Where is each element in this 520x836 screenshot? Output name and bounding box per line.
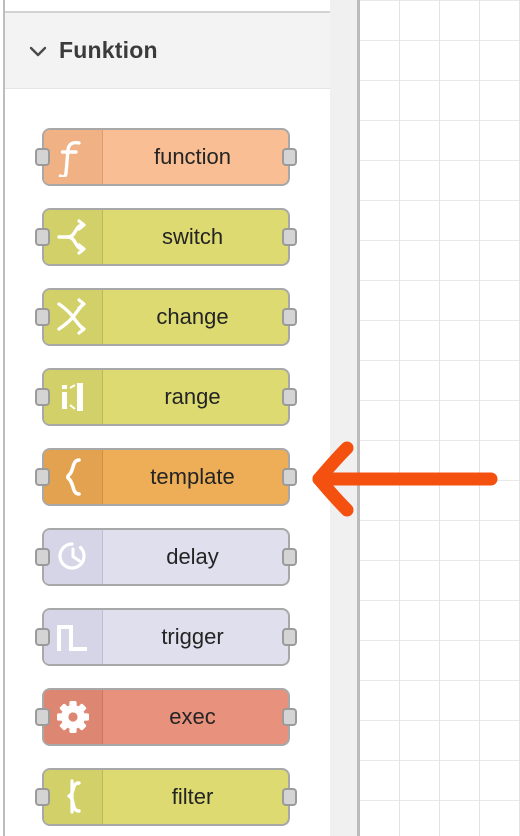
node-palette: Funktion function switch change range te… (0, 0, 330, 836)
node-label-cell: template (103, 450, 288, 504)
palette-node-function[interactable]: function (35, 128, 297, 186)
output-port[interactable] (282, 308, 297, 326)
palette-category-label: Funktion (59, 37, 158, 63)
template-brace-icon (44, 450, 103, 504)
node-label-cell: range (103, 370, 288, 424)
delay-clock-icon (44, 530, 103, 584)
node-label-cell: change (103, 290, 288, 344)
output-port[interactable] (282, 148, 297, 166)
palette-node-exec[interactable]: exec (35, 688, 297, 746)
filter-rbe-icon (44, 770, 103, 824)
palette-node-label: template (150, 464, 235, 489)
palette-left-border (3, 0, 5, 836)
output-port[interactable] (282, 708, 297, 726)
palette-node-change[interactable]: change (35, 288, 297, 346)
canvas-gutter (330, 0, 360, 836)
node-label-cell: exec (103, 690, 288, 744)
palette-node-label: delay (166, 544, 219, 569)
palette-node-label: change (156, 304, 229, 329)
palette-category-header-funktion[interactable]: Funktion (5, 13, 330, 89)
palette-node-trigger[interactable]: trigger (35, 608, 297, 666)
chevron-down-icon (29, 46, 47, 56)
palette-top-strip (5, 0, 330, 11)
palette-node-label: filter (171, 784, 214, 809)
input-port[interactable] (35, 708, 50, 726)
palette-node-label: switch (161, 224, 224, 249)
palette-node-delay[interactable]: delay (35, 528, 297, 586)
palette-node-list: function switch change range template de… (5, 89, 330, 836)
input-port[interactable] (35, 628, 50, 646)
palette-node-switch[interactable]: switch (35, 208, 297, 266)
output-port[interactable] (282, 228, 297, 246)
input-port[interactable] (35, 788, 50, 806)
input-port[interactable] (35, 468, 50, 486)
trigger-pulse-icon (44, 610, 103, 664)
palette-node-label: function (153, 144, 232, 169)
input-port[interactable] (35, 228, 50, 246)
exec-gear-icon (44, 690, 103, 744)
output-port[interactable] (282, 628, 297, 646)
input-port[interactable] (35, 388, 50, 406)
node-label-cell: filter (103, 770, 288, 824)
palette-node-label: range (164, 384, 221, 409)
screen-root: Funktion function switch change range te… (0, 0, 520, 836)
change-swap-icon (44, 290, 103, 344)
palette-canvas-divider[interactable] (357, 0, 360, 836)
output-port[interactable] (282, 388, 297, 406)
node-label-cell: trigger (103, 610, 288, 664)
function-f-icon (44, 130, 103, 184)
flow-canvas[interactable] (360, 0, 520, 836)
input-port[interactable] (35, 548, 50, 566)
node-label-cell: function (103, 130, 288, 184)
output-port[interactable] (282, 468, 297, 486)
output-port[interactable] (282, 788, 297, 806)
node-label-cell: delay (103, 530, 288, 584)
switch-branch-icon (44, 210, 103, 264)
range-bars-icon (44, 370, 103, 424)
input-port[interactable] (35, 308, 50, 326)
palette-node-label: exec (169, 704, 216, 729)
input-port[interactable] (35, 148, 50, 166)
palette-node-filter[interactable]: filter (35, 768, 297, 826)
palette-node-label: trigger (161, 624, 224, 649)
palette-node-template[interactable]: template (35, 448, 297, 506)
node-label-cell: switch (103, 210, 288, 264)
palette-node-range[interactable]: range (35, 368, 297, 426)
output-port[interactable] (282, 548, 297, 566)
